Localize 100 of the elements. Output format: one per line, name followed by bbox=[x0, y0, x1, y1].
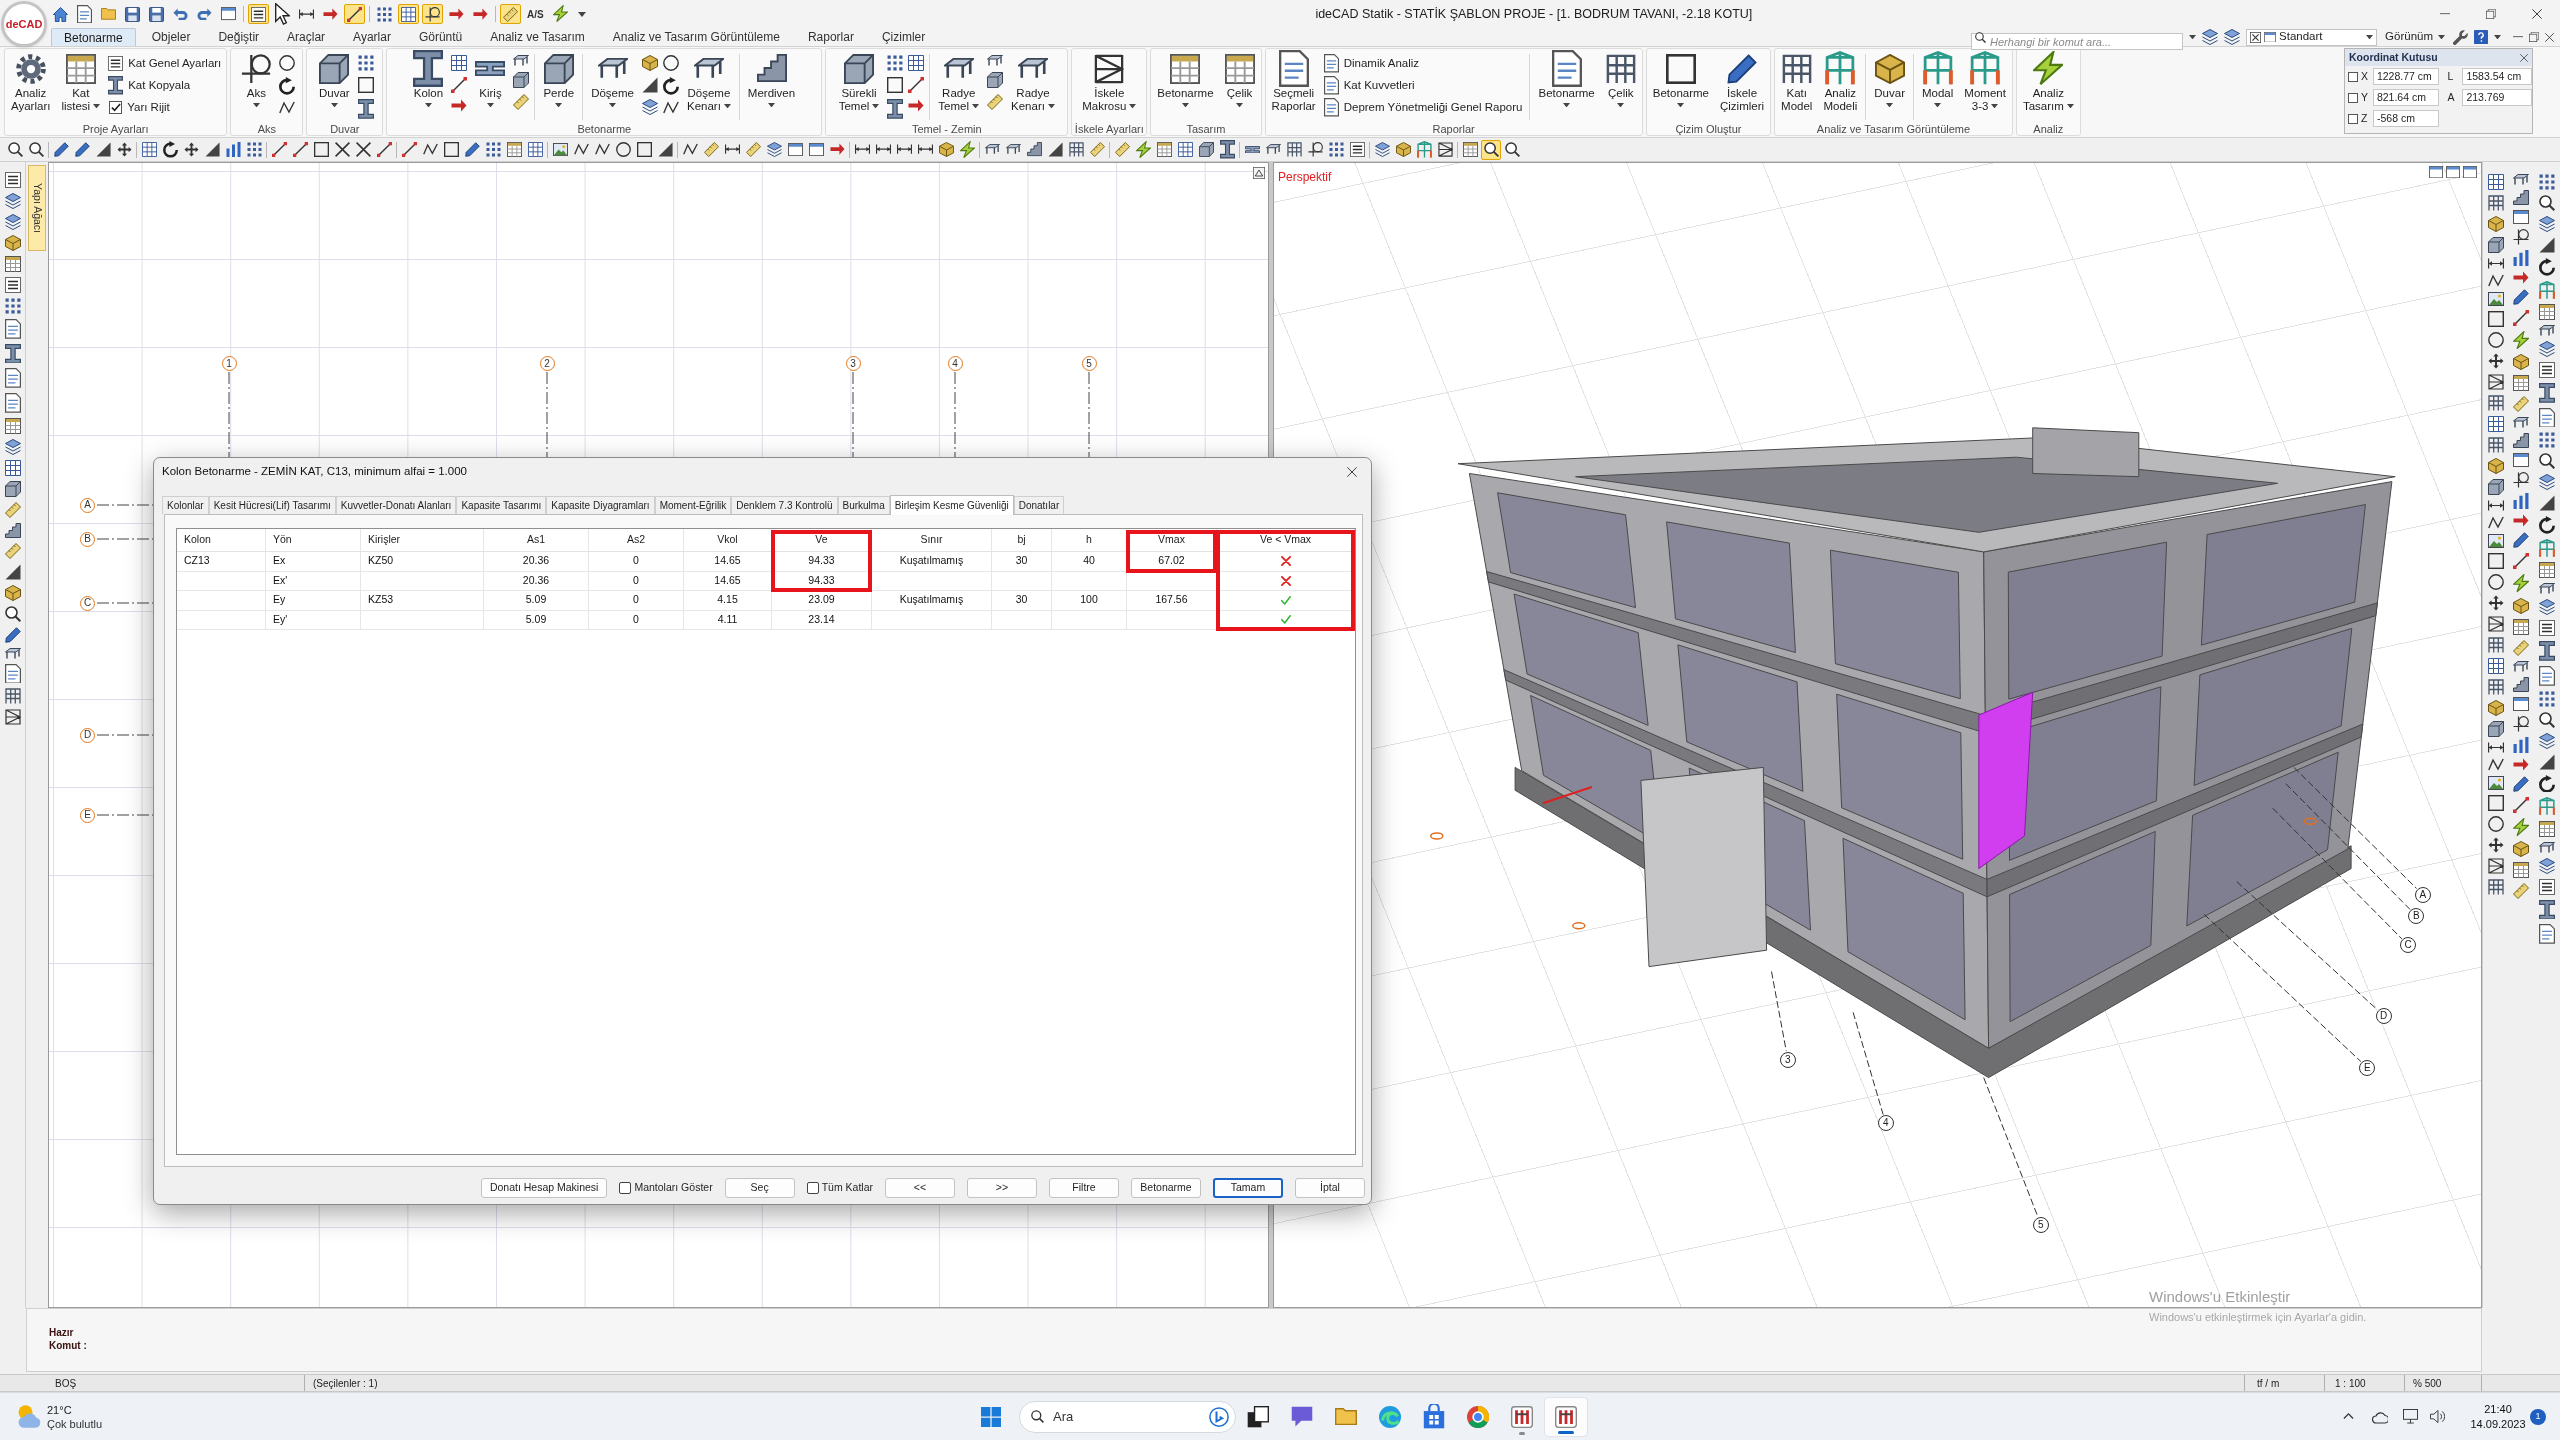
slab-icon[interactable] bbox=[984, 144, 1000, 155]
search-icon[interactable] bbox=[7, 142, 23, 157]
line-icon[interactable] bbox=[451, 77, 468, 93]
dialog-tab[interactable]: Kuvvetler-Donatı Alanları bbox=[335, 496, 457, 514]
ribbon-tab[interactable]: Raporlar bbox=[795, 28, 866, 46]
arrow-icon[interactable] bbox=[2513, 757, 2530, 771]
ribbon-button[interactable]: Radye Kenarı bbox=[1008, 52, 1058, 122]
rotate-arrow-icon[interactable] bbox=[2539, 774, 2556, 793]
monitor-icon[interactable] bbox=[2402, 1409, 2418, 1424]
arrow-icon[interactable] bbox=[451, 99, 468, 112]
restore-icon[interactable] bbox=[2486, 9, 2496, 19]
grid-icon[interactable] bbox=[908, 55, 925, 71]
rotate-arrow-icon[interactable] bbox=[2539, 258, 2556, 276]
frame-icon[interactable] bbox=[2487, 395, 2504, 411]
triangle-icon[interactable] bbox=[95, 142, 111, 157]
view-menu[interactable]: Görünüm bbox=[2383, 28, 2447, 46]
line-icon[interactable] bbox=[401, 142, 417, 157]
zigzag-line-icon[interactable] bbox=[594, 143, 610, 156]
move-arrows-icon[interactable] bbox=[116, 142, 132, 157]
toggle-button[interactable] bbox=[500, 4, 521, 24]
scaffold-icon[interactable] bbox=[2487, 858, 2504, 874]
window-icon[interactable] bbox=[2463, 166, 2477, 179]
dimension-icon[interactable] bbox=[2487, 258, 2504, 269]
grid-icon[interactable] bbox=[2487, 416, 2504, 432]
toggle-button[interactable] bbox=[398, 4, 419, 24]
ribbon-button[interactable]: İskele Makrosu bbox=[1079, 52, 1140, 122]
frame-icon[interactable] bbox=[4, 688, 21, 705]
cube-icon[interactable] bbox=[2513, 354, 2530, 371]
x-mark-icon[interactable] bbox=[334, 142, 350, 157]
ribbon-tab[interactable]: Araçlar bbox=[275, 28, 338, 46]
ribbon-tab[interactable]: Betonarme bbox=[51, 28, 136, 46]
list-icon[interactable] bbox=[1349, 142, 1365, 157]
checkbox[interactable] bbox=[109, 101, 123, 114]
coordinate-field[interactable]: 213.769 bbox=[2462, 89, 2532, 106]
wrench-icon[interactable] bbox=[2453, 29, 2468, 45]
notification-badge[interactable]: 1 bbox=[2530, 1408, 2546, 1425]
crosshair-icon[interactable] bbox=[2513, 229, 2530, 245]
document-icon[interactable] bbox=[4, 319, 21, 339]
grid-icon[interactable] bbox=[2487, 658, 2504, 674]
cube-icon[interactable] bbox=[1395, 142, 1411, 157]
taskbar-button[interactable] bbox=[1544, 1396, 1588, 1437]
rectangle-icon[interactable] bbox=[887, 77, 904, 93]
document-icon[interactable] bbox=[4, 663, 21, 684]
dot-grid-icon[interactable] bbox=[2539, 432, 2556, 449]
dot-grid-icon[interactable] bbox=[2539, 174, 2556, 190]
style-dropdown[interactable]: Standart bbox=[2246, 28, 2378, 46]
block-icon[interactable] bbox=[2487, 721, 2504, 737]
ruler-icon[interactable] bbox=[987, 94, 1004, 110]
list-icon[interactable] bbox=[2539, 878, 2556, 895]
ruler-icon[interactable] bbox=[513, 94, 530, 110]
grid-icon[interactable] bbox=[527, 142, 543, 157]
zigzag-line-icon[interactable] bbox=[682, 143, 698, 156]
dialog-tab[interactable]: Kapasite Tasarımı bbox=[456, 496, 547, 514]
move-arrows-icon[interactable] bbox=[2487, 837, 2504, 853]
caret-icon[interactable] bbox=[577, 11, 586, 17]
move-arrows-icon[interactable] bbox=[2487, 595, 2504, 611]
folder-icon[interactable] bbox=[1335, 1407, 1357, 1426]
dialog-button[interactable]: << bbox=[885, 1178, 955, 1198]
ribbon-button[interactable]: Merdiven bbox=[744, 52, 799, 122]
dot-grid-icon[interactable] bbox=[887, 55, 904, 71]
checkbox[interactable] bbox=[619, 1182, 632, 1194]
minimize-icon[interactable] bbox=[2513, 36, 2523, 38]
scaffold-icon[interactable] bbox=[2487, 616, 2504, 632]
ribbon-tab[interactable]: Görüntü bbox=[406, 28, 475, 46]
table-icon[interactable] bbox=[4, 256, 21, 272]
cube-icon[interactable] bbox=[4, 235, 21, 251]
search-icon[interactable] bbox=[28, 142, 44, 157]
lightning-icon[interactable] bbox=[2513, 331, 2530, 350]
rectangle-icon[interactable] bbox=[2487, 311, 2504, 327]
ribbon-tab[interactable]: Çizimler bbox=[869, 28, 938, 46]
swirl-icon[interactable] bbox=[1379, 1405, 1401, 1428]
layers-icon[interactable] bbox=[2539, 341, 2556, 357]
coordinate-field[interactable]: 1228.77 cm bbox=[2372, 68, 2439, 85]
triangle-icon[interactable] bbox=[2539, 753, 2556, 770]
table-icon[interactable] bbox=[2513, 861, 2530, 878]
slab-icon[interactable] bbox=[2539, 325, 2556, 336]
cube-icon[interactable] bbox=[2487, 700, 2504, 716]
window-icon[interactable] bbox=[2513, 696, 2530, 711]
cursor-icon[interactable] bbox=[275, 3, 290, 25]
bar-chart-icon[interactable] bbox=[2513, 493, 2530, 510]
undo-arrow-icon[interactable] bbox=[173, 7, 188, 21]
ribbon-button[interactable]: Analiz Tasarım bbox=[2019, 52, 2077, 122]
window-icon[interactable] bbox=[2429, 166, 2443, 179]
lightning-icon[interactable] bbox=[959, 140, 975, 159]
dialog-button[interactable]: Tamam bbox=[1213, 1178, 1283, 1198]
i-beam-icon[interactable] bbox=[1219, 140, 1235, 159]
slab-icon[interactable] bbox=[4, 647, 21, 659]
bar-chart-icon[interactable] bbox=[2513, 736, 2530, 753]
ribbon-button[interactable]: İskele Çizimleri bbox=[1717, 52, 1768, 122]
block-icon[interactable] bbox=[2487, 237, 2504, 253]
colored-frame-icon[interactable] bbox=[2539, 797, 2556, 816]
ribbon-button[interactable]: Sürekli Temel bbox=[835, 52, 883, 122]
circle-icon[interactable] bbox=[2487, 574, 2504, 590]
zigzag-line-icon[interactable] bbox=[2487, 516, 2504, 529]
move-arrows-icon[interactable] bbox=[2487, 353, 2504, 369]
ribbon-button[interactable]: Çelik bbox=[1221, 52, 1258, 122]
layers-icon[interactable] bbox=[641, 99, 658, 115]
grid-icon[interactable] bbox=[1177, 142, 1193, 157]
dialog-tab[interactable]: Kesit Hücresi(Lif) Tasarımı bbox=[208, 496, 336, 514]
table-icon[interactable] bbox=[2513, 375, 2530, 392]
